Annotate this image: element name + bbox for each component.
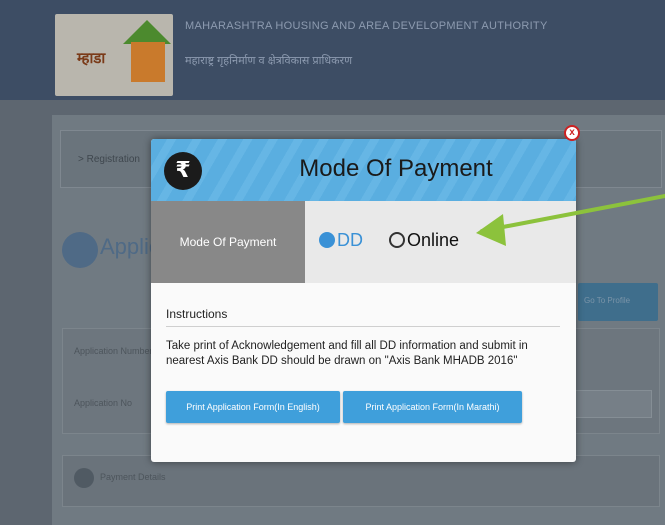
print-form-marathi-button[interactable]: Print Application Form(In Marathi) — [343, 391, 522, 423]
payment-mode-dialog: ₹ Mode Of Payment Mode Of Payment DD Onl… — [151, 139, 576, 462]
instructions-divider — [166, 326, 560, 327]
logo-building-block — [131, 42, 165, 82]
org-title: MAHARASHTRA HOUSING AND AREA DEVELOPMENT… — [185, 20, 548, 32]
dialog-title: Mode Of Payment — [299, 155, 493, 182]
dialog-header: ₹ Mode Of Payment — [151, 139, 576, 201]
form-label-application-no: Application No — [74, 398, 133, 408]
dd-radio[interactable] — [319, 232, 335, 248]
mode-label-cell: Mode Of Payment — [151, 201, 305, 283]
section-title: Payment Details — [100, 472, 166, 482]
mhada-logo: म्हाडा — [55, 14, 173, 96]
logo-text: म्हाडा — [77, 49, 106, 67]
application-icon — [62, 232, 98, 268]
print-form-english-button[interactable]: Print Application Form(In English) — [166, 391, 340, 423]
go-to-profile-label: Go To Profile — [584, 296, 631, 305]
mode-of-payment-label: Mode Of Payment — [179, 235, 277, 249]
instructions-heading: Instructions — [166, 307, 228, 321]
org-subtitle: महाराष्ट्र गृहनिर्माण व क्षेत्रविकास प्र… — [185, 55, 353, 67]
online-radio-label[interactable]: Online — [407, 230, 459, 251]
house-icon — [123, 20, 171, 44]
section-icon — [74, 468, 94, 488]
dd-radio-label[interactable]: DD — [337, 230, 363, 251]
payment-mode-row: Mode Of Payment DD Online — [151, 201, 576, 283]
instructions-text: Take print of Acknowledgement and fill a… — [166, 340, 528, 367]
breadcrumb-item-registration[interactable]: > Registration — [78, 154, 140, 165]
close-icon[interactable]: x — [564, 125, 580, 141]
online-radio[interactable] — [389, 232, 405, 248]
rupee-icon: ₹ — [164, 152, 202, 190]
form-label-application-number: Application Number — [74, 346, 153, 356]
